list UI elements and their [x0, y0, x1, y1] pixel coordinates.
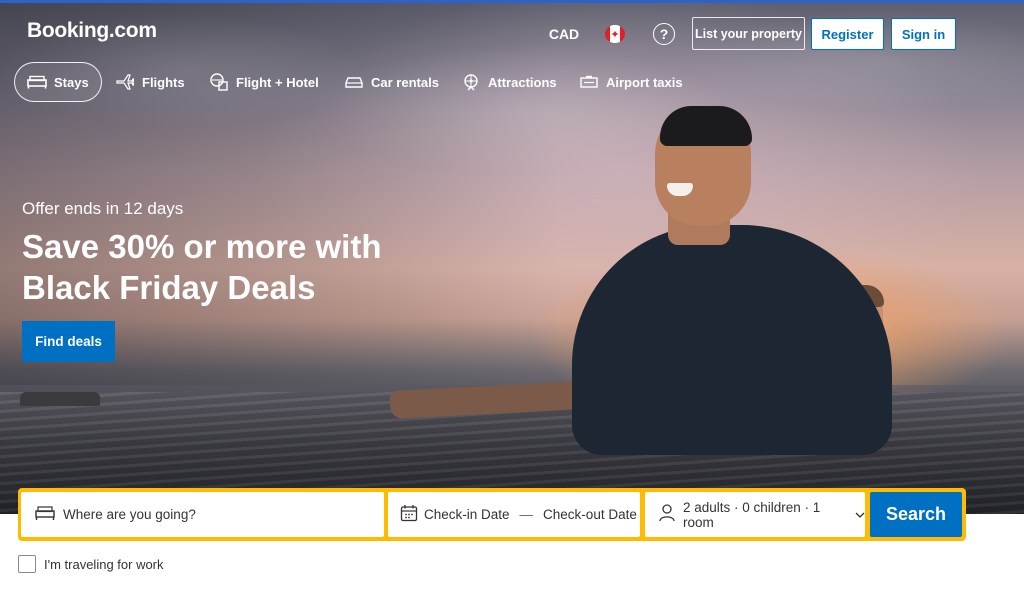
bed-icon [35, 505, 55, 524]
check-in-label[interactable]: Check-in Date [424, 507, 510, 522]
list-property-button[interactable]: List your property [692, 17, 805, 50]
work-travel-option[interactable]: I'm traveling for work [18, 555, 164, 573]
nav-tab-label: Flights [142, 74, 185, 90]
search-button[interactable]: Search [870, 492, 962, 537]
car-icon [344, 74, 364, 90]
calendar-icon [400, 504, 418, 525]
nav-tab-flight-hotel[interactable]: Flight + Hotel [209, 62, 319, 102]
nav-tab-airport-taxis[interactable]: Airport taxis [579, 62, 683, 102]
canada-flag-icon[interactable]: ✦ [605, 25, 625, 43]
booking-logo[interactable]: Booking.com [27, 19, 157, 43]
top-accent-line [0, 0, 1024, 3]
currency-selector[interactable]: CAD [542, 20, 586, 48]
work-travel-label: I'm traveling for work [44, 556, 164, 572]
nav-tab-label: Stays [54, 74, 89, 90]
chevron-down-icon [855, 507, 865, 522]
search-bar: Where are you going? Check-in Date — Che… [18, 488, 966, 541]
nav-tab-attractions[interactable]: Attractions [461, 62, 557, 102]
person-icon [659, 504, 675, 525]
flight-hotel-icon [209, 73, 229, 91]
sign-in-button[interactable]: Sign in [891, 18, 956, 50]
bed-icon [27, 74, 47, 90]
nav-tab-label: Airport taxis [606, 74, 683, 90]
help-icon[interactable]: ? [653, 23, 675, 45]
nav-tab-label: Attractions [488, 74, 557, 90]
offer-countdown: Offer ends in 12 days [22, 199, 184, 218]
destination-placeholder: Where are you going? [63, 507, 196, 522]
guests-field[interactable]: 2 adults · 0 children · 1 room [645, 492, 865, 537]
taxi-icon [579, 74, 599, 90]
nav-tab-stays[interactable]: Stays [14, 62, 102, 102]
plane-icon [115, 74, 135, 90]
check-out-label[interactable]: Check-out Date [543, 507, 637, 522]
destination-field[interactable]: Where are you going? [21, 492, 384, 537]
nav-tab-flights[interactable]: Flights [115, 62, 185, 102]
date-range-field[interactable]: Check-in Date — Check-out Date [388, 492, 640, 537]
site-header: Booking.com CAD ✦ ? List your property R… [0, 0, 1024, 110]
surfer-hair [660, 106, 752, 146]
find-deals-button[interactable]: Find deals [22, 321, 115, 362]
nav-tab-label: Flight + Hotel [236, 74, 319, 90]
attractions-icon [461, 74, 481, 91]
work-travel-checkbox[interactable] [18, 555, 36, 573]
nav-tab-car-rentals[interactable]: Car rentals [344, 62, 439, 102]
guests-summary: 2 adults · 0 children · 1 room [683, 499, 821, 530]
hero-headline: Save 30% or more with Black Friday Deals [22, 228, 382, 306]
date-separator: — [519, 507, 534, 522]
register-button[interactable]: Register [811, 18, 884, 50]
distant-rock [20, 392, 100, 406]
nav-tab-label: Car rentals [371, 74, 439, 90]
